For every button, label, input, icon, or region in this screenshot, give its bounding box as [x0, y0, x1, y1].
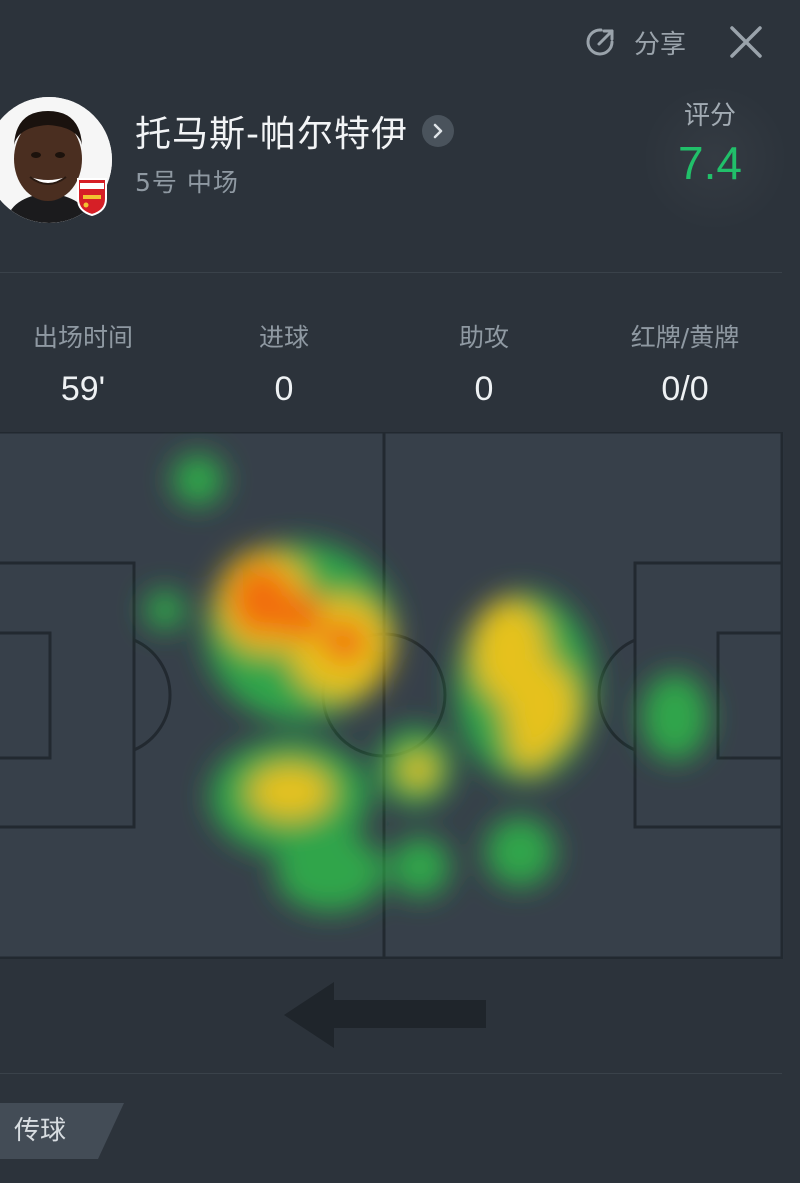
stat-goals: 进球 0 [184, 318, 384, 409]
stat-value: 0/0 [661, 370, 709, 408]
divider [0, 272, 782, 273]
rating-label: 评分 [683, 101, 736, 131]
share-button[interactable]: 分享 [582, 20, 686, 64]
stat-value: 0 [274, 370, 294, 408]
stat-cards: 红牌/黄牌 0/0 [585, 318, 785, 409]
stat-label: 出场时间 [32, 323, 133, 352]
share-label: 分享 [634, 29, 687, 60]
player-header: 托马斯-帕尔特伊 5号 中场 评分 7.4 [0, 83, 800, 235]
club-badge-icon [76, 177, 108, 217]
stat-assists: 助攻 0 [384, 318, 584, 409]
attack-direction-arrow [284, 982, 486, 1048]
player-detail-button[interactable] [422, 115, 454, 147]
top-bar: 分享 [0, 0, 800, 90]
chevron-right-icon [433, 123, 443, 139]
stat-value: 59' [60, 370, 106, 408]
stat-label: 红牌/黄牌 [630, 323, 740, 352]
stat-value: 0 [474, 370, 494, 408]
heatmap-pitch [0, 432, 784, 959]
player-number-position: 5号 中场 [135, 168, 239, 197]
stats-row: 出场时间 59' 进球 0 助攻 0 红牌/黄牌 0/0 [0, 318, 800, 408]
divider [0, 1073, 782, 1074]
stat-label: 助攻 [458, 323, 509, 352]
stat-label: 进球 [258, 323, 309, 352]
stat-minutes: 出场时间 59' [0, 318, 183, 409]
player-name[interactable]: 托马斯-帕尔特伊 [135, 105, 408, 157]
close-button[interactable] [724, 20, 768, 64]
rating-block: 评分 7.4 [658, 95, 762, 190]
close-icon [730, 26, 762, 58]
share-icon [582, 23, 620, 61]
tab-passes-label[interactable]: 传球 [14, 1110, 66, 1147]
rating-value: 7.4 [678, 137, 742, 189]
